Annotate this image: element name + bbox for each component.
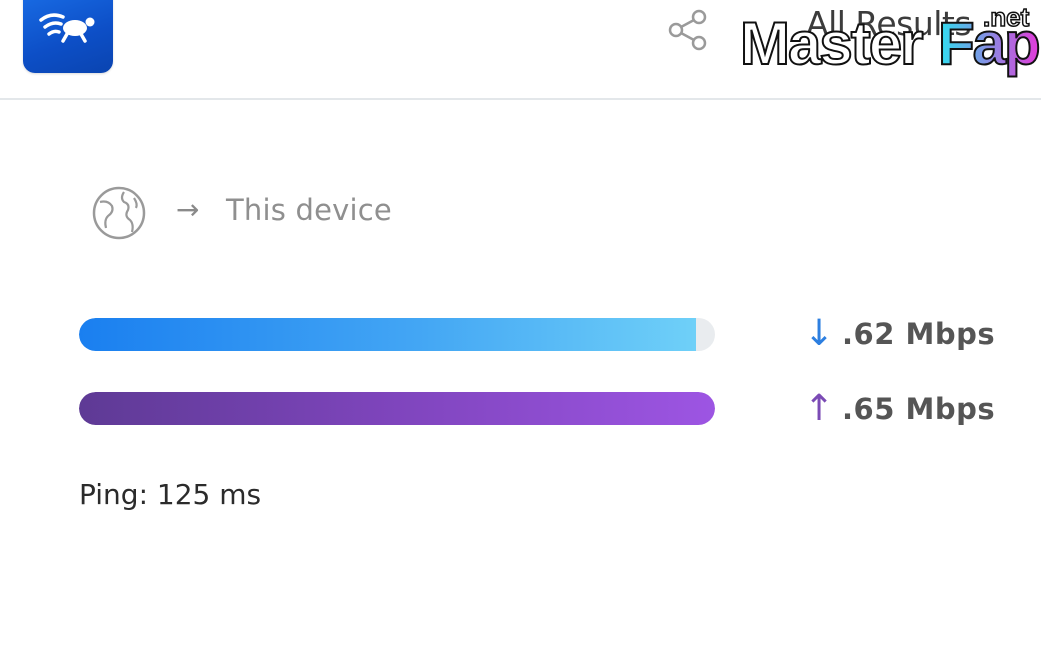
download-speed-value: .62 Mbps — [842, 317, 996, 351]
globe-icon — [90, 184, 148, 242]
download-speed: ↓ .62 Mbps — [804, 314, 995, 354]
share-icon[interactable] — [664, 6, 712, 54]
route-arrow-icon: → — [176, 193, 200, 226]
app-logo-icon[interactable] — [23, 0, 113, 73]
upload-speed-value: .65 Mbps — [842, 392, 996, 426]
speed-test-result-screen: All Results Master Fap .net → This devic… — [0, 0, 1041, 653]
svg-text:.net: .net — [983, 4, 1030, 32]
download-progress-bar — [79, 318, 715, 351]
ping-label: Ping: 125 ms — [79, 478, 262, 511]
download-bar-fill — [79, 318, 696, 351]
upload-progress-bar — [79, 392, 715, 425]
download-arrow-icon: ↓ — [804, 313, 835, 354]
destination-label: This device — [226, 193, 392, 227]
upload-arrow-icon: ↑ — [804, 388, 835, 429]
svg-text:Master: Master — [740, 10, 923, 77]
upload-speed: ↑ .65 Mbps — [804, 389, 995, 429]
watermark: Master Fap .net — [738, 1, 1041, 82]
upload-bar-fill — [79, 392, 715, 425]
header: All Results Master Fap .net — [0, 0, 1041, 100]
